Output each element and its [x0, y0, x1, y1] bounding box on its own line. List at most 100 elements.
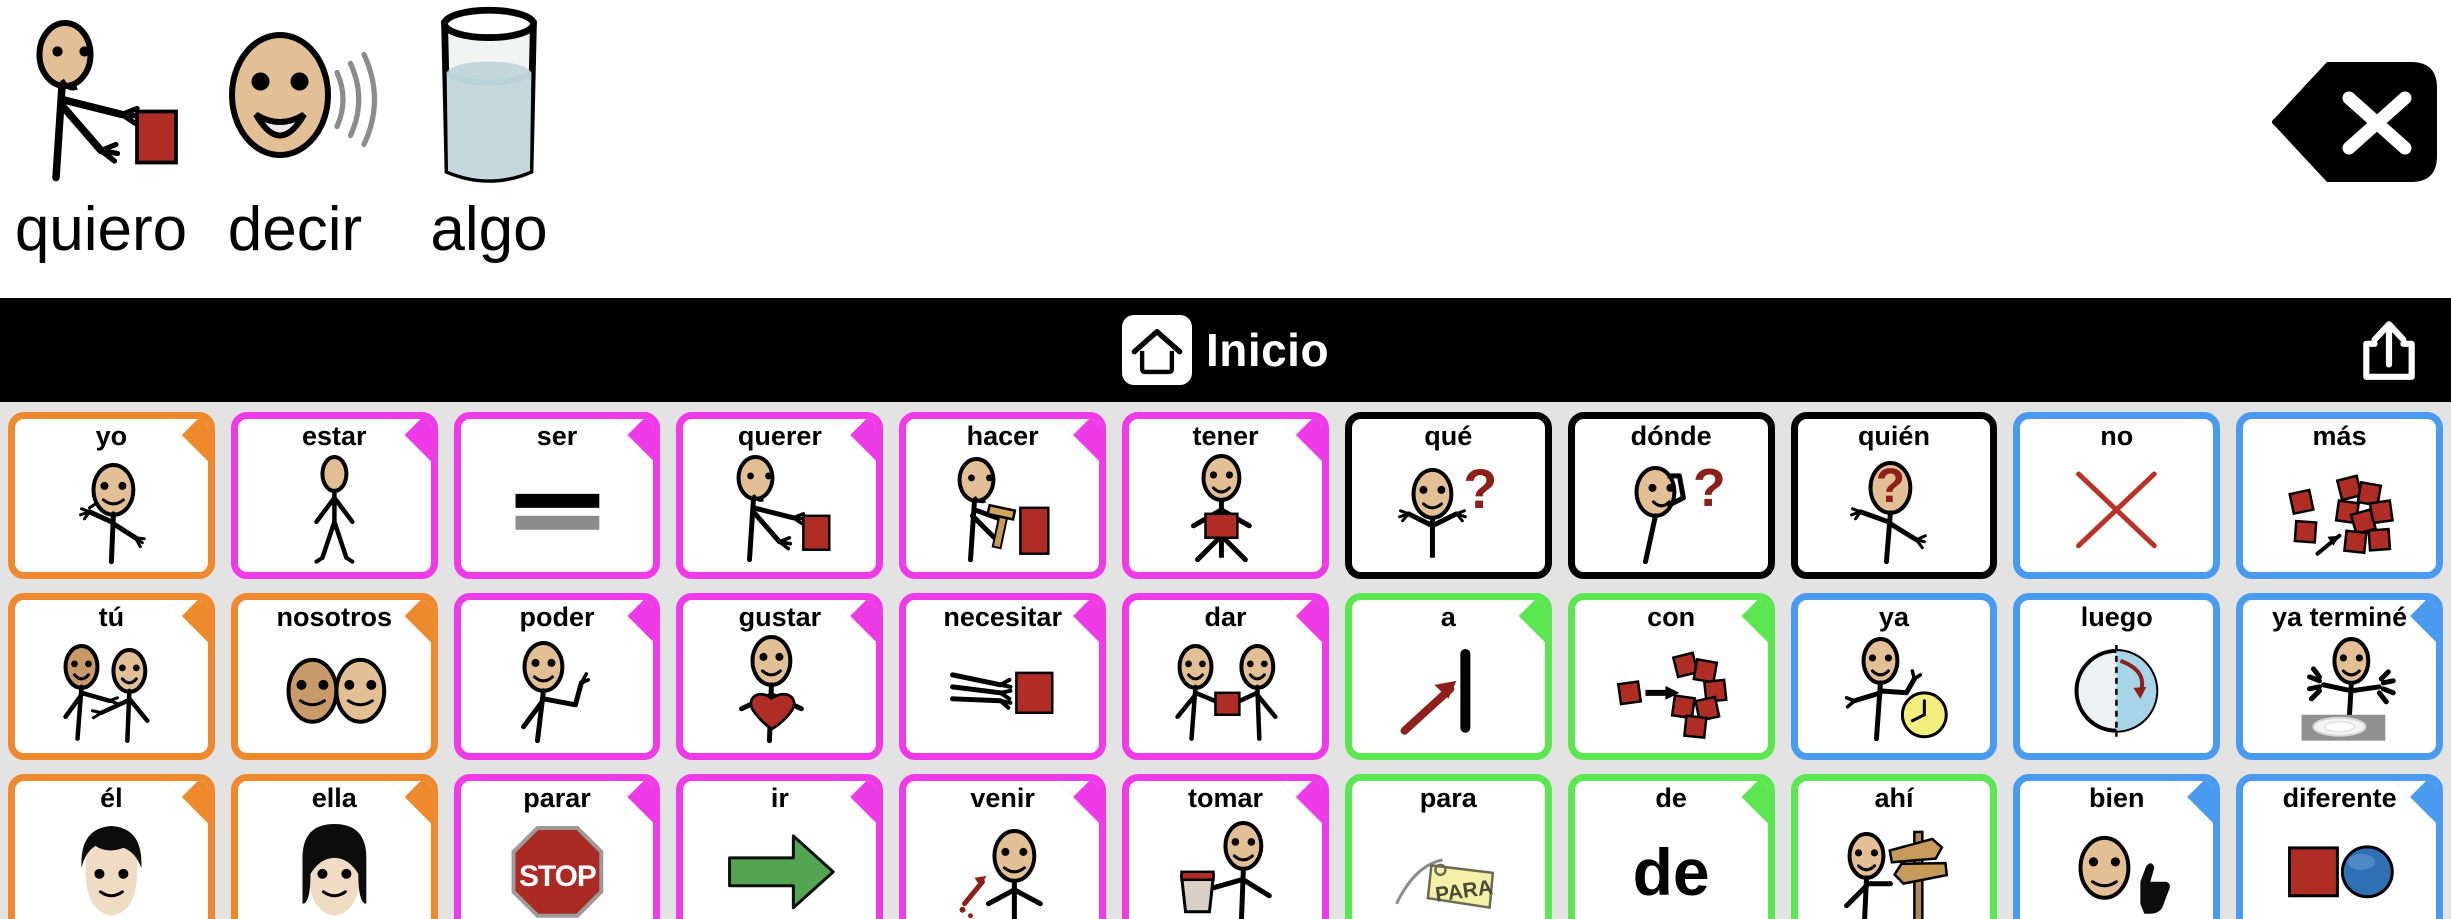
- aac-board-app: quiero decir algo Inicio yo estar ser qu…: [0, 0, 2451, 919]
- person-finished-plate-icon: [2243, 631, 2436, 753]
- symbol-grid: yo estar ser querer hacer tener qué? dónde? quié…: [0, 402, 2451, 919]
- home-button[interactable]: Inicio: [1121, 315, 1330, 385]
- symbol-cell[interactable]: a: [1344, 593, 1552, 760]
- symbol-cell[interactable]: ser: [453, 412, 661, 579]
- symbol-cell[interactable]: poder: [453, 593, 661, 760]
- symbol-cell[interactable]: diferente: [2236, 774, 2443, 919]
- sentence-bar[interactable]: quiero decir algo: [0, 0, 2451, 298]
- grid-cell-wrapper: ella: [223, 764, 446, 919]
- symbol-cell-label: bien: [2089, 783, 2145, 813]
- symbol-cell[interactable]: necesitar: [899, 593, 1107, 760]
- symbol-cell[interactable]: más: [2236, 412, 2443, 579]
- equals-bars-icon: [461, 450, 654, 572]
- sentence-word-label: algo: [430, 195, 548, 264]
- symbol-cell[interactable]: él: [8, 774, 215, 919]
- symbol-cell[interactable]: gustar: [676, 593, 884, 760]
- red-x-icon: [2020, 450, 2213, 572]
- symbol-cell[interactable]: no: [2013, 412, 2221, 579]
- symbol-cell-label: dar: [1204, 602, 1247, 632]
- symbol-cell[interactable]: yo: [8, 412, 215, 579]
- symbol-cell-label: dónde: [1630, 421, 1712, 451]
- symbol-cell[interactable]: venir: [899, 774, 1107, 919]
- symbol-cell[interactable]: de de: [1567, 774, 1775, 919]
- person-with-hammer-icon: [906, 450, 1099, 572]
- word-de-icon: de: [1632, 835, 1710, 910]
- standing-person-icon: [238, 450, 431, 572]
- symbol-cell[interactable]: estar: [230, 412, 438, 579]
- board-title: Inicio: [1205, 324, 1330, 376]
- symbol-cell[interactable]: con: [1567, 593, 1775, 760]
- symbol-cell[interactable]: ahí: [1790, 774, 1998, 919]
- clear-sentence-button[interactable]: [2271, 58, 2439, 186]
- symbol-cell-label: qué: [1424, 421, 1473, 451]
- grid-cell-wrapper: hacer: [891, 402, 1114, 583]
- face-thumbs-up-icon: [2020, 812, 2213, 919]
- symbol-cell[interactable]: dónde?: [1567, 412, 1775, 579]
- symbol-cell[interactable]: hacer: [899, 412, 1107, 579]
- grid-cell-wrapper: parar STOP: [446, 764, 669, 919]
- person-giving-block-icon: [1129, 631, 1322, 753]
- grid-cell-wrapper: de de: [1560, 764, 1783, 919]
- symbol-cell[interactable]: bien: [2013, 774, 2221, 919]
- grid-cell-wrapper: no: [2005, 402, 2228, 583]
- symbol-cell[interactable]: ella: [230, 774, 438, 919]
- person-shrugging-question-icon: ?: [1352, 450, 1545, 572]
- word-de-icon: de: [1575, 812, 1768, 919]
- symbol-cell[interactable]: parar STOP: [453, 774, 661, 919]
- half-filled-circle-icon: [2020, 631, 2213, 753]
- backspace-x-icon: [2272, 62, 2437, 182]
- symbol-cell-label: ya terminé: [2272, 602, 2408, 632]
- para-tag-icon: PARA: [1352, 812, 1545, 919]
- symbol-cell[interactable]: quién?: [1790, 412, 1998, 579]
- home-icon: [1121, 315, 1192, 385]
- symbol-cell-label: quién: [1857, 421, 1930, 451]
- grid-cell-wrapper: tú: [0, 583, 223, 764]
- grid-cell-wrapper: quién?: [1783, 402, 2006, 583]
- board-toolbar: Inicio: [0, 298, 2451, 402]
- svg-text:?: ?: [1463, 457, 1497, 520]
- person-pointing-question-icon: ?: [1798, 450, 1991, 572]
- block-joining-group-icon: [1575, 631, 1768, 753]
- boy-face-icon: [15, 812, 208, 919]
- green-arrow-right-icon: [683, 812, 876, 919]
- grid-cell-wrapper: poder: [446, 583, 669, 764]
- symbol-cell[interactable]: tener: [1122, 412, 1329, 579]
- more-blocks-arrow-icon: [2243, 450, 2436, 572]
- symbol-cell-label: parar: [523, 783, 591, 813]
- symbol-cell[interactable]: tomar: [1122, 774, 1329, 919]
- svg-text:STOP: STOP: [519, 860, 596, 893]
- grid-cell-wrapper: gustar: [668, 583, 891, 764]
- symbol-cell[interactable]: nosotros: [230, 593, 438, 760]
- grid-cell-wrapper: nosotros: [223, 583, 446, 764]
- sentence-word-list: quiero decir algo: [0, 0, 586, 290]
- symbol-cell[interactable]: ir: [676, 774, 884, 919]
- sentence-word[interactable]: quiero: [4, 0, 198, 290]
- person-pointing-clock-icon: [1798, 631, 1991, 753]
- symbol-cell[interactable]: dar: [1122, 593, 1329, 760]
- symbol-cell-label: ahí: [1874, 783, 1914, 813]
- sentence-word[interactable]: decir: [198, 0, 392, 290]
- symbol-cell[interactable]: luego: [2013, 593, 2221, 760]
- symbol-cell[interactable]: ya: [1790, 593, 1998, 760]
- glass-of-water-icon: [399, 0, 579, 205]
- grid-cell-wrapper: luego: [2005, 583, 2228, 764]
- symbol-cell[interactable]: ya terminé: [2236, 593, 2443, 760]
- stop-sign-icon: STOP: [461, 812, 654, 919]
- symbol-cell-label: tú: [98, 602, 125, 632]
- svg-text:?: ?: [1693, 458, 1726, 518]
- symbol-cell[interactable]: qué?: [1344, 412, 1552, 579]
- share-button[interactable]: [2351, 312, 2427, 388]
- arrow-to-line-icon: [1352, 631, 1545, 753]
- sentence-word[interactable]: algo: [392, 0, 586, 290]
- grid-cell-wrapper: dar: [1114, 583, 1337, 764]
- symbol-cell-label: no: [2100, 421, 2134, 451]
- symbol-cell-label: a: [1440, 602, 1456, 632]
- grid-cell-wrapper: estar: [223, 402, 446, 583]
- svg-text:?: ?: [1875, 460, 1904, 513]
- symbol-cell-label: necesitar: [943, 602, 1062, 632]
- symbol-cell[interactable]: tú: [8, 593, 215, 760]
- symbol-cell-label: tener: [1192, 421, 1259, 451]
- symbol-cell-label: de: [1655, 783, 1687, 813]
- symbol-cell[interactable]: querer: [676, 412, 884, 579]
- symbol-cell[interactable]: para PARA: [1344, 774, 1552, 919]
